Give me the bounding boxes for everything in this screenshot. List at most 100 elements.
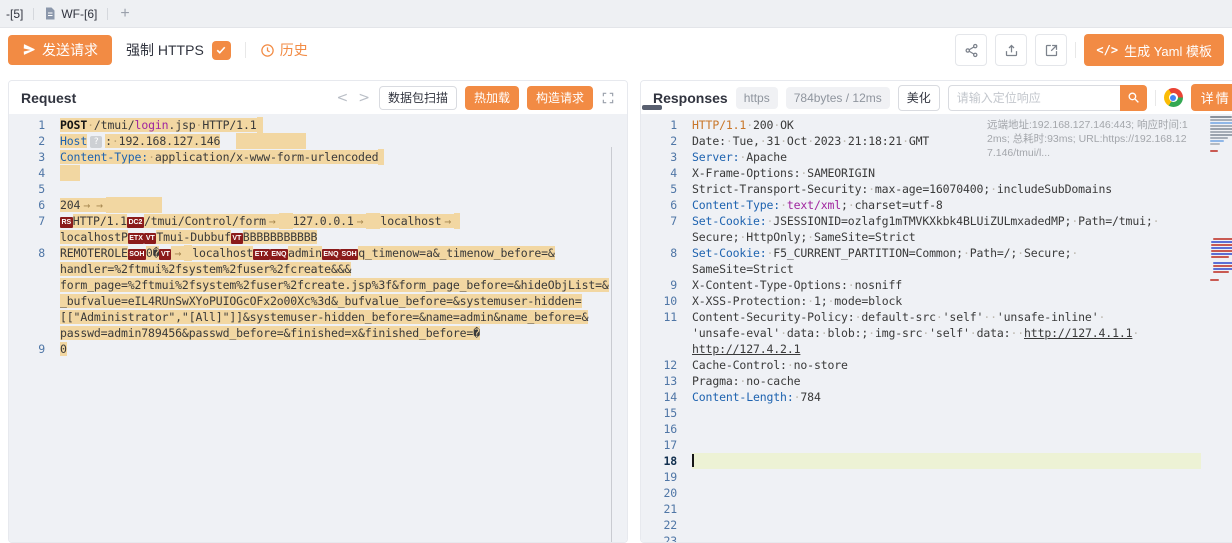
whitespace-dot: ·	[868, 182, 875, 196]
code-token: ·	[1132, 326, 1139, 340]
export-button[interactable]	[995, 34, 1027, 66]
code-line[interactable]: 15	[641, 405, 1232, 421]
code-line[interactable]: _bufvalue=eIL4RUnSwXYoPUIOGcOFx2o00Xc%3d…	[9, 293, 627, 309]
whitespace-dot: ·	[87, 118, 94, 132]
history-button[interactable]: 历史	[260, 40, 308, 60]
response-panel: Responses https 784bytes / 12ms 美化 详情	[640, 80, 1232, 543]
code-token: handler=%2ftmui%2fsystem%2fuser%2fcreate…	[60, 262, 351, 276]
panel-splitter-handle[interactable]	[642, 105, 662, 110]
code-line[interactable]: 5Strict-Transport-Security:·max-age=1607…	[641, 181, 1232, 197]
code-line[interactable]: 19	[641, 469, 1232, 485]
code-token: 127.0.0.1	[293, 214, 354, 228]
code-line[interactable]: 2Host?:·192.168.127.146	[9, 133, 627, 149]
code-line[interactable]: 13Pragma:·no-cache	[641, 373, 1232, 389]
minimap[interactable]	[1209, 114, 1232, 542]
code-content: passwd=admin789456&passwd_before=&finish…	[60, 325, 607, 341]
code-token: Content-Type:	[692, 198, 780, 212]
compose-button[interactable]	[1035, 34, 1067, 66]
code-line[interactable]: SameSite=Strict	[641, 261, 1232, 277]
code-line[interactable]: 1POST·/tmui/login.jsp·HTTP/1.1	[9, 117, 627, 133]
code-line[interactable]: passwd=admin789456&passwd_before=&finish…	[9, 325, 627, 341]
code-line[interactable]: handler=%2ftmui%2fsystem%2fuser%2fcreate…	[9, 261, 627, 277]
fullscreen-icon[interactable]	[601, 91, 615, 105]
whitespace-dot: ·	[773, 118, 780, 132]
code-line[interactable]: 'unsafe-eval'·data:·blob:;·img-src·'self…	[641, 325, 1232, 341]
code-token: ·	[780, 198, 787, 212]
whitespace-dot: ·	[760, 134, 767, 148]
search-input[interactable]	[948, 85, 1120, 111]
code-line[interactable]: 16	[641, 421, 1232, 437]
code-line[interactable]: 5	[9, 181, 627, 197]
request-panel: Request < > 数据包扫描 热加载 构造请求 1POST·/tmui/l…	[8, 80, 628, 543]
tab-wf-5[interactable]: -[5]	[0, 0, 33, 27]
code-line[interactable]: 12Cache-Control:·no-store	[641, 357, 1232, 373]
search-icon	[1127, 91, 1140, 104]
code-line[interactable]: 10X-XSS-Protection:·1;·mode=block	[641, 293, 1232, 309]
line-number: 3	[9, 149, 45, 165]
code-line[interactable]: 6Content-Type:·text/xml;·charset=utf-8	[641, 197, 1232, 213]
response-editor[interactable]: 远端地址:192.168.127.146:443; 响应时间:12ms; 总耗时…	[641, 114, 1232, 542]
tab-wf-6[interactable]: WF-[6]	[34, 0, 107, 27]
code-line[interactable]: 8REMOTEROLESOH0�VT→localhostETXENQadminE…	[9, 245, 627, 261]
code-token: localhost	[192, 246, 253, 260]
line-number: 4	[641, 165, 677, 181]
code-line-active[interactable]: 18	[641, 453, 1232, 469]
request-editor[interactable]: 1POST·/tmui/login.jsp·HTTP/1.12Host?:·19…	[9, 114, 627, 542]
open-in-browser-icon[interactable]	[1164, 88, 1183, 107]
force-https-label: 强制 HTTPS	[126, 40, 204, 60]
code-line[interactable]: 6204→→	[9, 197, 627, 213]
code-line[interactable]: 14Content-Length:·784	[641, 389, 1232, 405]
response-meta-annotation: 远端地址:192.168.127.146:443; 响应时间:12ms; 总耗时…	[987, 118, 1193, 160]
code-line[interactable]: 7RSHTTP/1.1DC2/tmui/Control/form→127.0.0…	[9, 213, 627, 229]
code-line[interactable]: localhostPETXVTTmui-DubbufVTBBBBBBBBBBB	[9, 229, 627, 245]
next-request-button[interactable]: >	[357, 90, 371, 106]
code-content	[60, 165, 607, 181]
code-line[interactable]: http://127.4.2.1	[641, 341, 1232, 357]
share-icon	[964, 43, 979, 58]
code-line[interactable]: 4 X-Frame-Options:·SAMEORIGIN	[641, 165, 1232, 181]
code-line[interactable]: Secure;·HttpOnly;·SameSite=Strict	[641, 229, 1232, 245]
hot-reload-button[interactable]: 热加载	[465, 86, 519, 110]
control-char-badge: VT	[159, 249, 171, 260]
packet-scan-button[interactable]: 数据包扫描	[379, 86, 457, 110]
line-number: 4	[9, 165, 45, 181]
share-button[interactable]	[955, 34, 987, 66]
code-content: 'unsafe-eval'·data:·blob:;·img-src·'self…	[692, 325, 1201, 341]
code-line[interactable]: 7Set-Cookie:·JSESSIONID=ozlafg1mTMVKXkbk…	[641, 213, 1232, 229]
code-token: Host	[60, 134, 87, 148]
code-line[interactable]: [["Administrator","[All]"]]&systemuser-h…	[9, 309, 627, 325]
line-number: 19	[641, 469, 677, 485]
code-line[interactable]: 20	[641, 485, 1232, 501]
force-https-checkbox[interactable]	[212, 41, 231, 60]
code-line[interactable]: 8Set-Cookie:·F5_CURRENT_PARTITION=Common…	[641, 245, 1232, 261]
line-number: 1	[641, 117, 677, 133]
details-button[interactable]: 详情	[1191, 84, 1232, 111]
code-content: X-Frame-Options:·SAMEORIGIN	[692, 165, 1201, 181]
beautify-button[interactable]: 美化	[898, 85, 940, 111]
generate-yaml-button[interactable]: </> 生成 Yaml 模板	[1084, 34, 1224, 66]
code-line[interactable]: 4	[9, 165, 627, 181]
code-line[interactable]: 3Content-Type:·application/x-www-form-ur…	[9, 149, 627, 165]
code-line[interactable]: 21	[641, 501, 1232, 517]
whitespace-dot: ·	[780, 134, 787, 148]
fuzzer-toolbar: 发送请求 强制 HTTPS 历史 </> 生成 Yaml 模板	[0, 28, 1232, 72]
build-request-button[interactable]: 构造请求	[527, 86, 593, 110]
code-line[interactable]: 17	[641, 437, 1232, 453]
whitespace-dot: ·	[148, 150, 155, 164]
whitespace-dot: ·	[794, 390, 801, 404]
new-tab-button[interactable]: +	[108, 5, 141, 23]
prev-request-button[interactable]: <	[335, 90, 349, 106]
code-token: HTTP/1.1	[202, 118, 256, 132]
tab-whitespace-arrow: →	[354, 214, 367, 228]
control-char-badge: RS	[60, 217, 73, 228]
code-line[interactable]: form_page=%2ftmui%2fsystem%2fuser%2fcrea…	[9, 277, 627, 293]
send-request-button[interactable]: 发送请求	[8, 35, 112, 65]
code-line[interactable]: 11Content-Security-Policy:·default-src·'…	[641, 309, 1232, 325]
search-button[interactable]	[1120, 85, 1147, 111]
code-line[interactable]: 23	[641, 533, 1232, 542]
code-line[interactable]: 90	[9, 341, 627, 357]
code-line[interactable]: 9X-Content-Type-Options:·nosniff	[641, 277, 1232, 293]
whitespace-dot: ·	[746, 118, 753, 132]
code-line[interactable]: 22	[641, 517, 1232, 533]
code-token: 0�	[146, 246, 160, 260]
